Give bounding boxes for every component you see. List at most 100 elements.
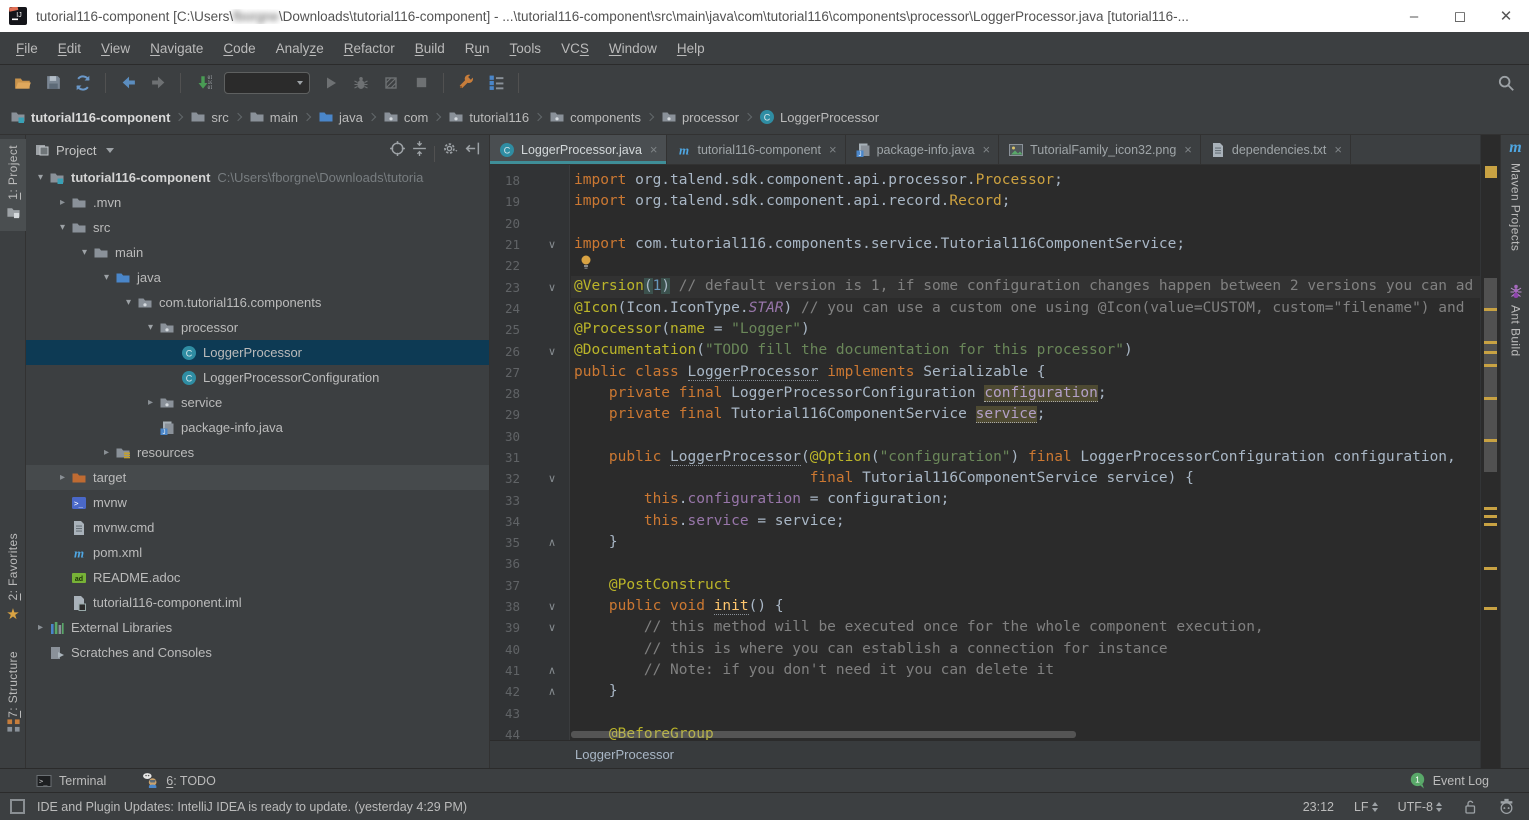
code-line[interactable]: // this method will be executed once for…	[571, 617, 1480, 638]
tree-arrow-icon[interactable]: ▸	[55, 472, 70, 483]
tab-loggerprocessor-java[interactable]: CLoggerProcessor.java×	[490, 135, 667, 164]
project-structure-button[interactable]	[483, 70, 509, 96]
settings-button[interactable]	[453, 70, 479, 96]
breadcrumb-com[interactable]: com	[383, 109, 429, 125]
code-line[interactable]: import org.talend.sdk.component.api.proc…	[571, 170, 1480, 191]
tree-item-processor[interactable]: ▾processor	[26, 315, 489, 340]
breadcrumb-main[interactable]: main	[249, 109, 298, 125]
tree-arrow-icon[interactable]: ▸	[143, 397, 158, 408]
toolwindow-button-6-todo[interactable]: 6: TODO	[142, 772, 216, 789]
code-line[interactable]	[571, 213, 1480, 234]
menu-window[interactable]: Window	[599, 41, 667, 56]
code-line[interactable]	[571, 702, 1480, 723]
code-line[interactable]: public void init() {	[571, 596, 1480, 617]
tree-item-readme-adoc[interactable]: adREADME.adoc	[26, 565, 489, 590]
fold-icon[interactable]: ∨	[542, 600, 562, 613]
warning-stripe-mark[interactable]	[1484, 607, 1497, 610]
menu-analyze[interactable]: Analyze	[266, 41, 334, 56]
back-button[interactable]	[115, 70, 141, 96]
status-message[interactable]: IDE and Plugin Updates: IntelliJ IDEA is…	[37, 800, 467, 814]
tree-item-mvnw-cmd[interactable]: mvnw.cmd	[26, 515, 489, 540]
encoding-widget[interactable]: UTF-8	[1398, 800, 1442, 814]
tab-close-icon[interactable]: ×	[829, 142, 837, 157]
menu-view[interactable]: View	[91, 41, 140, 56]
tree-arrow-icon[interactable]: ▸	[33, 622, 48, 633]
fold-icon[interactable]: ∨	[542, 621, 562, 634]
code-line[interactable]: @Icon(Icon.IconType.STAR) // you can use…	[571, 298, 1480, 319]
search-everywhere-button[interactable]	[1493, 70, 1519, 96]
fold-icon[interactable]: ∧	[542, 664, 562, 677]
intention-bulb-icon[interactable]	[580, 255, 592, 277]
menu-build[interactable]: Build	[405, 41, 455, 56]
tree-item-tutorial116-component-iml[interactable]: tutorial116-component.iml	[26, 590, 489, 615]
warning-stripe-mark[interactable]	[1484, 397, 1497, 400]
toolwindow-tab-project[interactable]: 1: Project	[0, 139, 26, 231]
fold-icon[interactable]: ∨	[542, 345, 562, 358]
line-separator-widget[interactable]: LF	[1354, 800, 1378, 814]
horizontal-scrollbar[interactable]	[571, 731, 1076, 738]
toolwindow-tab-structure[interactable]: 7: Structure	[0, 651, 26, 763]
breadcrumb-loggerprocessor[interactable]: CLoggerProcessor	[759, 109, 879, 125]
code-line[interactable]: @PostConstruct	[571, 575, 1480, 596]
forward-button[interactable]	[145, 70, 171, 96]
breadcrumb-processor[interactable]: processor	[661, 109, 739, 125]
code-line[interactable]: @Documentation("TODO fill the documentat…	[571, 340, 1480, 361]
code-line[interactable]	[571, 553, 1480, 574]
open-file-button[interactable]	[10, 70, 36, 96]
code-line[interactable]: // this is where you can establish a con…	[571, 639, 1480, 660]
close-button[interactable]: ✕	[1483, 0, 1529, 32]
editor-code[interactable]: import org.talend.sdk.component.api.proc…	[571, 165, 1480, 740]
tree-arrow-icon[interactable]: ▾	[55, 222, 70, 233]
project-panel-title[interactable]: Project	[34, 142, 114, 158]
tree-arrow-icon[interactable]: ▾	[33, 172, 48, 183]
code-line[interactable]: final Tutorial116ComponentService servic…	[571, 468, 1480, 489]
run-button[interactable]	[318, 70, 344, 96]
warning-stripe-mark[interactable]	[1484, 515, 1497, 518]
code-line[interactable]: this.configuration = configuration;	[571, 489, 1480, 510]
code-line[interactable]: @Processor(name = "Logger")	[571, 319, 1480, 340]
tree-item-src[interactable]: ▾src	[26, 215, 489, 240]
code-line[interactable]: }	[571, 532, 1480, 553]
event-log-button[interactable]: 1 Event Log	[1409, 772, 1489, 789]
debug-button[interactable]	[348, 70, 374, 96]
tree-item-pom-xml[interactable]: mpom.xml	[26, 540, 489, 565]
tab-close-icon[interactable]: ×	[650, 142, 658, 157]
tree-item-target[interactable]: ▸target	[26, 465, 489, 490]
error-stripe[interactable]	[1480, 135, 1500, 768]
tree-item-external-libraries[interactable]: ▸External Libraries	[26, 615, 489, 640]
fold-icon[interactable]: ∨	[542, 472, 562, 485]
tree-arrow-icon[interactable]: ▾	[121, 297, 136, 308]
tab-close-icon[interactable]: ×	[983, 142, 991, 157]
tree-arrow-icon[interactable]: ▾	[77, 247, 92, 258]
fold-icon[interactable]: ∨	[542, 238, 562, 251]
tree-item-loggerprocessor[interactable]: CLoggerProcessor	[26, 340, 489, 365]
code-line[interactable]: // Note: if you don't need it you can de…	[571, 660, 1480, 681]
tab-tutorial116-component[interactable]: mtutorial116-component×	[667, 135, 846, 164]
breadcrumb-tutorial116[interactable]: tutorial116	[448, 109, 529, 125]
breadcrumb-tutorial116-component[interactable]: tutorial116-component	[10, 109, 170, 125]
code-line[interactable]: import com.tutorial116.components.servic…	[571, 234, 1480, 255]
code-line[interactable]: private final LoggerProcessorConfigurati…	[571, 383, 1480, 404]
synchronize-button[interactable]	[70, 70, 96, 96]
code-line[interactable]: @Version(1) // default version is 1, if …	[571, 276, 1480, 297]
fold-icon[interactable]: ∨	[542, 281, 562, 294]
tree-arrow-icon[interactable]: ▾	[99, 272, 114, 283]
toolwindow-tab-maven[interactable]: m Maven Projects	[1501, 139, 1529, 251]
toolwindows-widget-icon[interactable]	[10, 799, 25, 814]
warning-stripe-mark[interactable]	[1484, 364, 1497, 367]
code-line[interactable]: private final Tutorial116ComponentServic…	[571, 404, 1480, 425]
menu-tools[interactable]: Tools	[500, 41, 552, 56]
tab-close-icon[interactable]: ×	[1334, 142, 1342, 157]
locate-button[interactable]	[386, 138, 408, 160]
caret-position[interactable]: 23:12	[1303, 800, 1334, 814]
tab-package-info-java[interactable]: Jpackage-info.java×	[846, 135, 1000, 164]
hide-panel-button[interactable]	[461, 138, 483, 160]
toolwindow-tab-favorites[interactable]: 2: Favorites ★	[0, 533, 26, 639]
inspections-hector-icon[interactable]	[1498, 798, 1515, 815]
menu-navigate[interactable]: Navigate	[140, 41, 213, 56]
menu-edit[interactable]: Edit	[48, 41, 91, 56]
stop-button[interactable]	[408, 70, 434, 96]
tree-item-main[interactable]: ▾main	[26, 240, 489, 265]
code-line[interactable]: public LoggerProcessor(@Option("configur…	[571, 447, 1480, 468]
tree-item-scratches-and-consoles[interactable]: Scratches and Consoles	[26, 640, 489, 665]
